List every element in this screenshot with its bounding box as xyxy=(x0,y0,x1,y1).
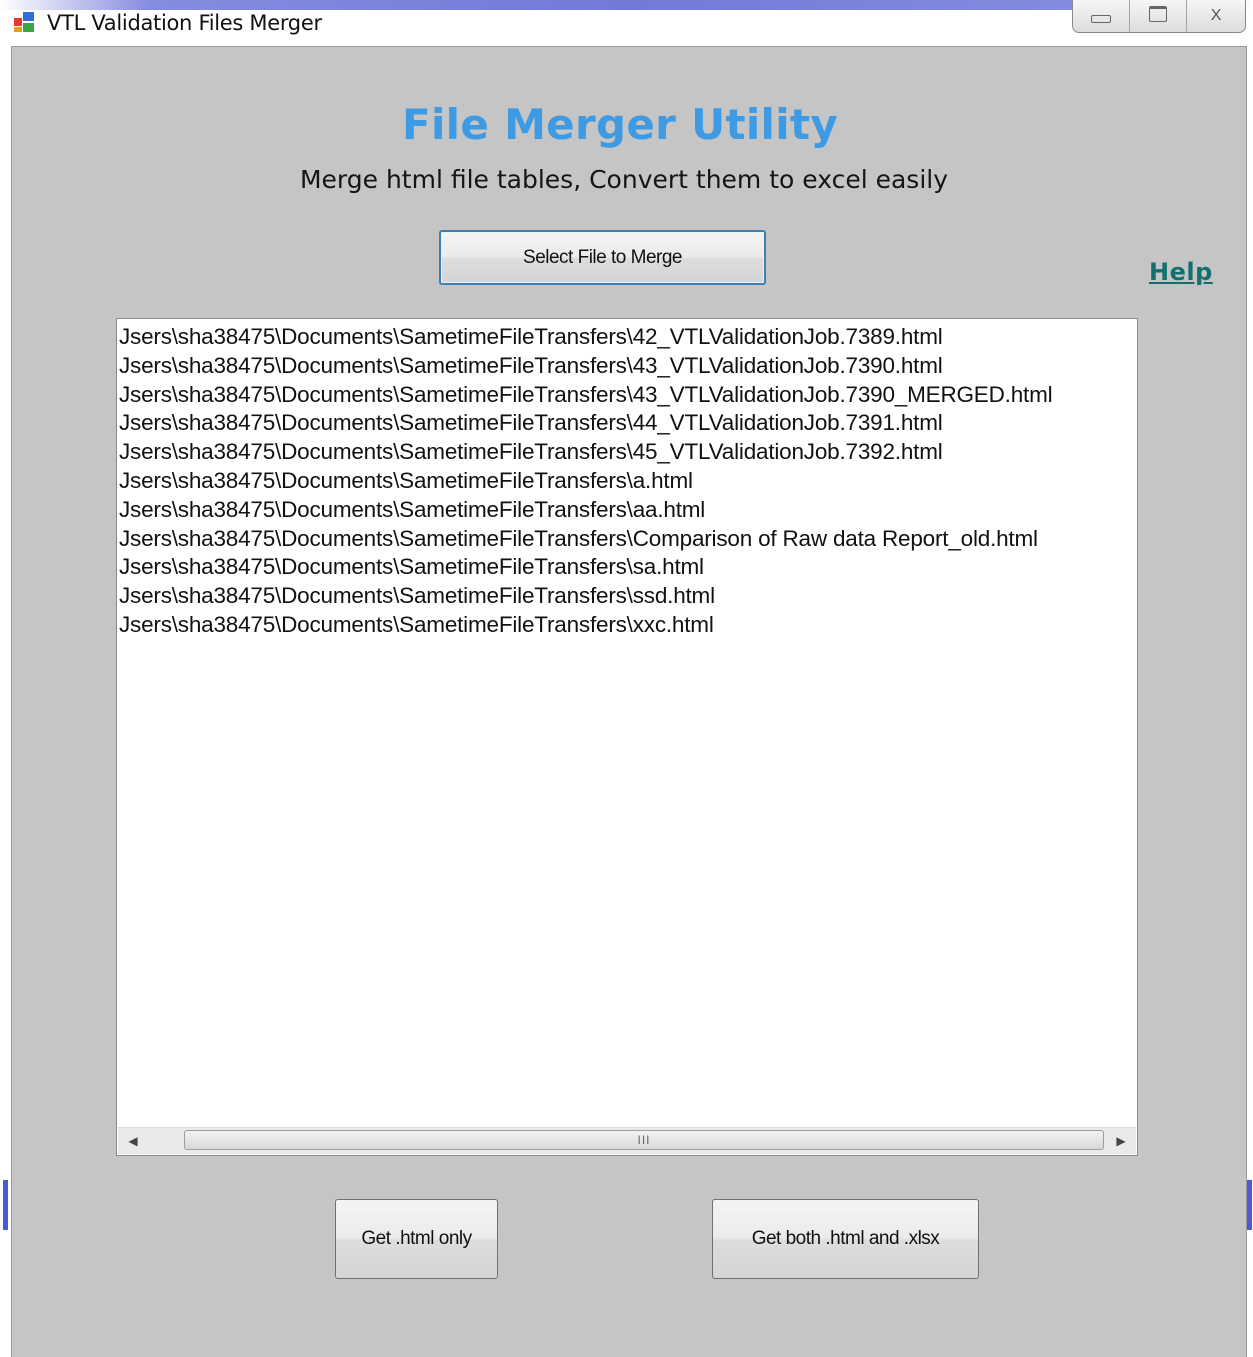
title-bar[interactable]: VTL Validation Files Merger X xyxy=(0,0,1253,46)
scroll-right-arrow-icon[interactable]: ▶ xyxy=(1108,1128,1134,1154)
app-window-icon[interactable] xyxy=(14,12,34,32)
scroll-left-arrow-icon[interactable]: ◀ xyxy=(120,1128,146,1154)
title-bar-accent xyxy=(0,0,1253,10)
list-item[interactable]: Jsers\sha38475\Documents\SametimeFileTra… xyxy=(119,409,1137,438)
page-subtitle: Merge html file tables, Convert them to … xyxy=(299,165,949,194)
list-item[interactable]: Jsers\sha38475\Documents\SametimeFileTra… xyxy=(119,553,1137,582)
list-item[interactable]: Jsers\sha38475\Documents\SametimeFileTra… xyxy=(119,323,1137,352)
help-link[interactable]: Help xyxy=(1149,258,1213,286)
scrollbar-grip-icon: III xyxy=(637,1133,651,1147)
minimize-button[interactable] xyxy=(1073,0,1131,32)
file-list-box[interactable]: Jsers\sha38475\Documents\SametimeFileTra… xyxy=(116,318,1138,1156)
window-edge-left xyxy=(3,1180,8,1230)
close-icon: X xyxy=(1210,7,1222,24)
scrollbar-thumb[interactable]: III xyxy=(184,1130,1104,1150)
get-html-only-button[interactable]: Get .html only xyxy=(335,1199,498,1279)
file-list: Jsers\sha38475\Documents\SametimeFileTra… xyxy=(119,323,1137,640)
restore-icon xyxy=(1149,6,1168,23)
list-item[interactable]: Jsers\sha38475\Documents\SametimeFileTra… xyxy=(119,582,1137,611)
window-title: VTL Validation Files Merger xyxy=(47,11,322,35)
get-html-and-xlsx-button[interactable]: Get both .html and .xlsx xyxy=(712,1199,979,1279)
page-title: File Merger Utility xyxy=(402,100,838,149)
list-item[interactable]: Jsers\sha38475\Documents\SametimeFileTra… xyxy=(119,496,1137,525)
app-window: VTL Validation Files Merger X File Merge… xyxy=(0,0,1253,1357)
close-button[interactable]: X xyxy=(1187,0,1245,32)
horizontal-scrollbar[interactable]: ◀ III ▶ xyxy=(118,1127,1136,1154)
caption-buttons: X xyxy=(1072,0,1246,33)
list-item[interactable]: Jsers\sha38475\Documents\SametimeFileTra… xyxy=(119,611,1137,640)
list-item[interactable]: Jsers\sha38475\Documents\SametimeFileTra… xyxy=(119,381,1137,410)
restore-button[interactable] xyxy=(1130,0,1188,32)
minimize-icon xyxy=(1091,15,1112,24)
list-item[interactable]: Jsers\sha38475\Documents\SametimeFileTra… xyxy=(119,525,1137,554)
list-item[interactable]: Jsers\sha38475\Documents\SametimeFileTra… xyxy=(119,438,1137,467)
list-item[interactable]: Jsers\sha38475\Documents\SametimeFileTra… xyxy=(119,467,1137,496)
select-file-button[interactable]: Select File to Merge xyxy=(439,230,766,285)
list-item[interactable]: Jsers\sha38475\Documents\SametimeFileTra… xyxy=(119,352,1137,381)
